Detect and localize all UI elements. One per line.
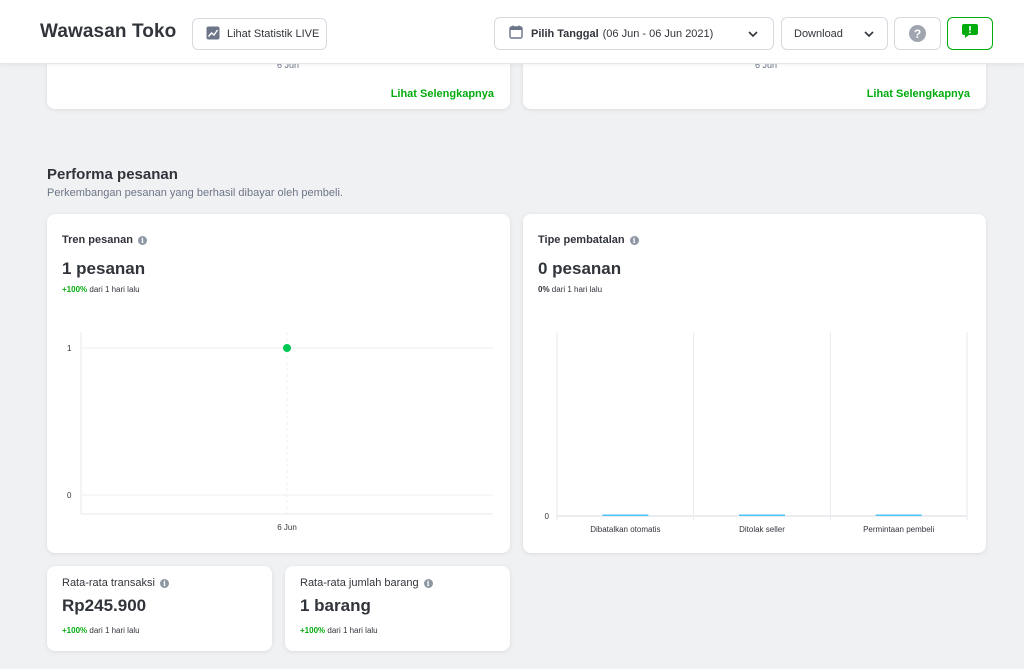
bar	[875, 514, 922, 516]
feedback-chat-icon	[961, 23, 979, 44]
help-button[interactable]: ?	[894, 17, 941, 50]
y-tick-label: 0	[67, 491, 72, 500]
calendar-icon	[509, 25, 523, 42]
x-tick-label: Dibatalkan otomatis	[590, 525, 660, 534]
chevron-down-icon	[747, 28, 759, 43]
avg-transaction-card: Rata-rata transaksi i Rp245.900 +100% da…	[47, 566, 272, 651]
info-icon[interactable]: i	[423, 578, 433, 588]
delta-value: +100%	[62, 626, 88, 635]
chevron-down-icon	[863, 28, 875, 43]
delta-caption: dari 1 hari lalu	[89, 626, 140, 635]
see-more-link[interactable]: Lihat Selengkapnya	[391, 88, 494, 100]
date-range-value: (06 Jun - 06 Jun 2021)	[602, 27, 714, 40]
top-bar: Wawasan Toko Lihat Statistik LIVE Pilih …	[0, 0, 1024, 64]
order-trend-chart: 0 1 6 Jun	[67, 332, 493, 532]
date-picker-label: Pilih Tanggal	[531, 27, 599, 40]
x-tick-label: 6 Jun	[277, 523, 297, 532]
date-picker-button[interactable]: Pilih Tanggal (06 Jun - 06 Jun 2021)	[494, 17, 774, 50]
bar	[739, 514, 785, 516]
order-trend-card: Tren pesanan i 1 pesanan +100% dari 1 ha…	[47, 214, 510, 553]
avg-items-value: 1 barang	[300, 596, 371, 615]
trend-chart-icon	[206, 26, 220, 43]
cancellation-type-card: Tipe pembatalan i 0 pesanan 0% dari 1 ha…	[523, 214, 986, 553]
brand-title: Wawasan Toko	[40, 21, 177, 42]
live-stats-label: Lihat Statistik LIVE	[227, 28, 320, 40]
section-title: Performa pesanan	[47, 166, 178, 183]
see-more-link[interactable]: Lihat Selengkapnya	[867, 88, 970, 100]
delta-text: +100% dari 1 hari lalu	[300, 626, 378, 635]
data-point	[283, 344, 291, 352]
feedback-button[interactable]	[947, 17, 993, 50]
section-subtitle: Perkembangan pesanan yang berhasil dibay…	[47, 187, 343, 199]
info-icon[interactable]: i	[159, 578, 169, 588]
x-tick-label: Ditolak seller	[739, 525, 785, 534]
delta-caption: dari 1 hari lalu	[327, 626, 378, 635]
card-header: Rata-rata jumlah barang i	[300, 577, 433, 589]
x-tick-label: Permintaan pembeli	[863, 525, 934, 534]
cancellation-type-chart: 0 Dibatalkan otomatis Ditolak seller Permin…	[545, 332, 968, 534]
download-label: Download	[794, 27, 843, 40]
card-title: Rata-rata jumlah barang	[300, 577, 419, 589]
bar	[602, 514, 649, 516]
card-title: Rata-rata transaksi	[62, 577, 155, 589]
delta-text: +100% dari 1 hari lalu	[62, 626, 140, 635]
avg-transaction-value: Rp245.900	[62, 596, 147, 615]
delta-value: +100%	[300, 626, 326, 635]
y-tick-label: 1	[67, 344, 72, 353]
y-tick-label: 0	[545, 512, 550, 521]
download-dropdown[interactable]: Download	[781, 17, 888, 50]
card-header: Rata-rata transaksi i	[62, 577, 169, 589]
question-icon: ?	[909, 25, 926, 42]
live-stats-button[interactable]: Lihat Statistik LIVE	[192, 18, 327, 50]
avg-items-card: Rata-rata jumlah barang i 1 barang +100%…	[285, 566, 510, 651]
